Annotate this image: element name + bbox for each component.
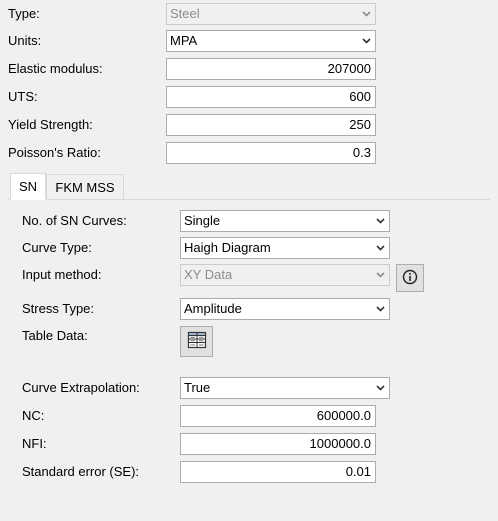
input-method-dropdown: XY Data	[180, 264, 390, 286]
units-dropdown[interactable]: MPA	[166, 30, 376, 52]
type-label: Type:	[8, 6, 40, 21]
input-method-label: Input method:	[22, 267, 102, 282]
standard-error-label: Standard error (SE):	[22, 464, 140, 479]
info-icon	[402, 269, 418, 288]
table-data-label: Table Data:	[22, 328, 88, 343]
elastic-modulus-field[interactable]: 207000	[166, 58, 376, 80]
stress-type-label: Stress Type:	[22, 301, 95, 316]
nc-field[interactable]: 600000.0	[180, 405, 376, 427]
chevron-down-icon[interactable]	[373, 300, 388, 318]
tab-sn-label: SN	[18, 179, 38, 194]
nc-value: 600000.0	[316, 408, 371, 423]
nc-label: NC:	[22, 408, 45, 423]
chevron-down-icon[interactable]	[373, 239, 388, 257]
elastic-modulus-value: 207000	[327, 61, 371, 76]
sn-curves-label: No. of SN Curves:	[22, 213, 127, 228]
stress-type-value: Amplitude	[184, 301, 242, 316]
tab-fkm-mss-label: FKM MSS	[55, 180, 115, 195]
input-method-value: XY Data	[184, 267, 233, 282]
sn-curves-dropdown[interactable]: Single	[180, 210, 390, 232]
type-value: Steel	[170, 6, 200, 21]
type-dropdown: Steel	[166, 3, 376, 25]
chevron-down-icon[interactable]	[359, 32, 374, 50]
chevron-down-icon	[359, 5, 374, 23]
curve-type-value: Haigh Diagram	[184, 240, 271, 255]
uts-label: UTS:	[8, 89, 38, 104]
material-properties-panel: Type: Steel Units: MPA Elastic modulus: …	[0, 0, 498, 521]
curve-extrapolation-label: Curve Extrapolation:	[22, 380, 140, 395]
curve-extrapolation-dropdown[interactable]: True	[180, 377, 390, 399]
uts-value: 600	[349, 89, 371, 104]
units-label: Units:	[8, 33, 42, 48]
nfi-value: 1000000.0	[309, 436, 371, 451]
chevron-down-icon	[373, 266, 388, 284]
table-icon	[187, 331, 207, 352]
units-value: MPA	[170, 33, 198, 48]
elastic-modulus-label: Elastic modulus:	[8, 61, 103, 76]
yield-strength-label: Yield Strength:	[8, 117, 93, 132]
poissons-ratio-field[interactable]: 0.3	[166, 142, 376, 164]
tab-sn[interactable]: SN	[10, 173, 46, 200]
input-method-info-button[interactable]	[396, 264, 424, 292]
stress-type-dropdown[interactable]: Amplitude	[180, 298, 390, 320]
curve-type-dropdown[interactable]: Haigh Diagram	[180, 237, 390, 259]
curve-extrapolation-value: True	[184, 380, 211, 395]
tab-fkm-mss[interactable]: FKM MSS	[46, 174, 124, 200]
uts-field[interactable]: 600	[166, 86, 376, 108]
yield-strength-value: 250	[349, 117, 371, 132]
poissons-ratio-label: Poisson's Ratio:	[8, 145, 101, 160]
standard-error-field[interactable]: 0.01	[180, 461, 376, 483]
chevron-down-icon[interactable]	[373, 212, 388, 230]
poissons-ratio-value: 0.3	[352, 145, 371, 160]
nfi-label: NFI:	[22, 436, 47, 451]
sn-curves-value: Single	[184, 213, 221, 228]
curve-type-label: Curve Type:	[22, 240, 92, 255]
nfi-field[interactable]: 1000000.0	[180, 433, 376, 455]
chevron-down-icon[interactable]	[373, 379, 388, 397]
standard-error-value: 0.01	[345, 464, 371, 479]
yield-strength-field[interactable]: 250	[166, 114, 376, 136]
table-data-button[interactable]	[180, 326, 213, 357]
